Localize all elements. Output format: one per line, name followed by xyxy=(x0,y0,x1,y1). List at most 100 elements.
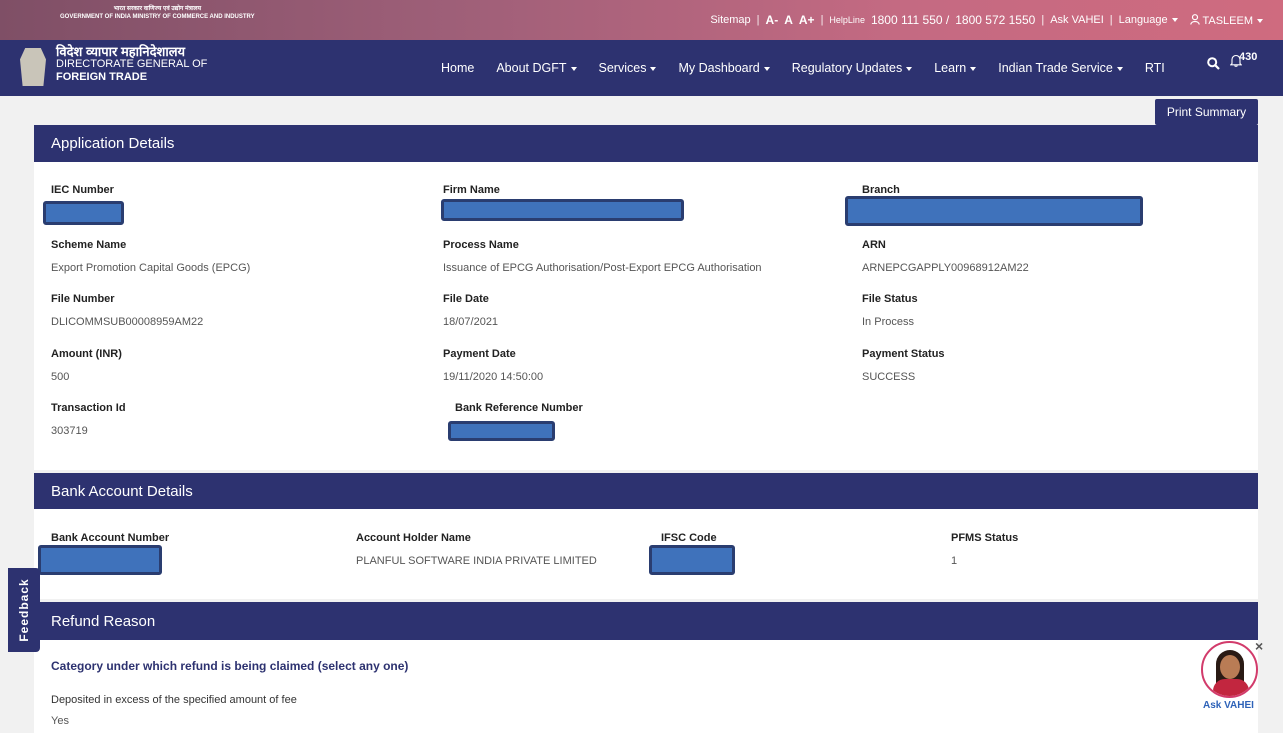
bank-account-card: Bank Account Details Bank Account Number… xyxy=(34,473,1258,599)
nav-services-label: Services xyxy=(598,61,647,75)
nav-about-label: About DGFT xyxy=(496,61,567,75)
firm-name-label: Firm Name xyxy=(443,184,500,196)
bank-account-title: Bank Account Details xyxy=(51,482,193,500)
nav-its-label: Indian Trade Service xyxy=(998,61,1113,75)
nav-services[interactable]: Services xyxy=(599,61,657,75)
file-date-label: File Date xyxy=(443,293,489,305)
payment-date-label: Payment Date xyxy=(443,348,516,360)
chatbot-avatar xyxy=(1201,641,1258,698)
national-emblem-logo xyxy=(20,48,46,86)
bank-account-number-label: Bank Account Number xyxy=(51,532,170,544)
separator: | xyxy=(820,14,824,26)
government-english: GOVERNMENT OF INDIA MINISTRY OF COMMERCE… xyxy=(60,14,255,20)
nav-icons: 430 xyxy=(1207,51,1257,72)
payment-status-label: Payment Status xyxy=(862,348,945,360)
arn-value: ARNEPCGAPPLY00968912AM22 xyxy=(862,262,1029,274)
font-normal-button[interactable]: A xyxy=(784,13,793,27)
chatbot-label: Ask VAHEI xyxy=(1203,700,1254,711)
application-details-card: Application Details IEC Number Firm Name… xyxy=(34,125,1258,470)
process-name-value: Issuance of EPCG Authorisation/Post-Expo… xyxy=(443,262,762,274)
nav-home[interactable]: Home xyxy=(441,61,474,75)
separator: | xyxy=(1041,14,1045,26)
user-menu[interactable]: TASLEEM xyxy=(1189,13,1263,27)
refund-category-heading: Category under which refund is being cla… xyxy=(51,659,409,673)
amount-label: Amount (INR) xyxy=(51,348,122,360)
main-navbar: विदेश व्यापार महानिदेशालय DIRECTORATE GE… xyxy=(0,40,1283,96)
font-decrease-button[interactable]: A- xyxy=(766,13,779,27)
dgft-brand[interactable]: विदेश व्यापार महानिदेशालय DIRECTORATE GE… xyxy=(56,45,207,84)
scheme-name-label: Scheme Name xyxy=(51,239,127,251)
ifsc-code-redacted xyxy=(649,545,735,575)
brand-line2: FOREIGN TRADE xyxy=(56,71,148,83)
ask-vahei-link[interactable]: Ask VAHEI xyxy=(1050,14,1104,26)
government-label: भारत सरकार वाणिज्य एवं उद्योग मंत्रालय G… xyxy=(60,5,255,21)
ask-vahei-chatbot[interactable]: Ask VAHEI × xyxy=(1198,638,1263,712)
nav-learn-label: Learn xyxy=(934,61,967,75)
nav-regulatory-updates[interactable]: Regulatory Updates xyxy=(791,61,913,75)
separator: | xyxy=(756,14,760,26)
feedback-tab[interactable]: Feedback xyxy=(8,568,40,652)
account-holder-value: PLANFUL SOFTWARE INDIA PRIVATE LIMITED xyxy=(356,555,597,567)
notifications[interactable]: 430 xyxy=(1229,51,1257,72)
chevron-down-icon xyxy=(1116,66,1123,71)
amount-value: 500 xyxy=(51,371,70,383)
avatar-face xyxy=(1220,655,1240,679)
avatar-body xyxy=(1213,679,1249,696)
transaction-id-label: Transaction Id xyxy=(51,402,126,414)
language-label: Language xyxy=(1118,14,1168,26)
refund-reason-value: Yes xyxy=(51,715,69,727)
pfms-status-label: PFMS Status xyxy=(951,532,1019,544)
bank-reference-value-redacted xyxy=(448,421,555,441)
government-hindi: भारत सरकार वाणिज्य एवं उद्योग मंत्रालय xyxy=(113,6,202,12)
font-increase-button[interactable]: A+ xyxy=(799,13,815,27)
brand-hindi: विदेश व्यापार महानिदेशालय xyxy=(56,44,186,59)
pfms-status-value: 1 xyxy=(951,555,958,567)
sitemap-link[interactable]: Sitemap xyxy=(710,14,750,26)
nav-learn[interactable]: Learn xyxy=(934,61,977,75)
nav-about[interactable]: About DGFT xyxy=(496,61,577,75)
account-holder-label: Account Holder Name xyxy=(356,532,471,544)
refund-reason-title: Refund Reason xyxy=(51,612,156,630)
nav-rti[interactable]: RTI xyxy=(1145,61,1165,75)
helpline-number-1[interactable]: 1800 111 550 / xyxy=(871,13,949,27)
chevron-down-icon xyxy=(763,66,770,71)
language-dropdown[interactable]: Language xyxy=(1119,14,1178,26)
chevron-down-icon xyxy=(1171,18,1178,23)
feedback-label: Feedback xyxy=(17,578,31,642)
file-number-value: DLICOMMSUB00008959AM22 xyxy=(51,316,204,328)
nav-indian-trade-service[interactable]: Indian Trade Service xyxy=(998,61,1123,75)
chevron-down-icon xyxy=(570,66,577,71)
utility-links: Sitemap | A- A A+ | HelpLine 1800 111 55… xyxy=(710,13,1263,27)
branch-value-redacted xyxy=(845,196,1143,226)
refund-reason-card: Refund Reason Category under which refun… xyxy=(34,602,1258,733)
user-icon xyxy=(1189,13,1200,25)
helpline-label: HelpLine xyxy=(829,15,865,25)
print-summary-button[interactable]: Print Summary xyxy=(1155,99,1258,125)
chevron-down-icon xyxy=(1257,18,1263,23)
bank-account-number-redacted xyxy=(38,545,162,575)
application-details-header: Application Details xyxy=(34,125,1258,162)
file-status-label: File Status xyxy=(862,293,918,305)
user-name: TASLEEM xyxy=(1202,14,1253,27)
notification-count: 430 xyxy=(1239,51,1258,63)
chevron-down-icon xyxy=(906,66,913,71)
nav-dashboard[interactable]: My Dashboard xyxy=(678,61,770,75)
bank-reference-label: Bank Reference Number xyxy=(455,402,583,414)
helpline-number-2[interactable]: 1800 572 1550 xyxy=(955,13,1035,27)
file-date-value: 18/07/2021 xyxy=(443,316,499,328)
process-name-label: Process Name xyxy=(443,239,519,251)
refund-reason-header: Refund Reason xyxy=(34,602,1258,640)
arn-label: ARN xyxy=(862,239,886,251)
file-status-value: In Process xyxy=(862,316,914,328)
nav-dashboard-label: My Dashboard xyxy=(678,61,760,75)
payment-date-value: 19/11/2020 14:50:00 xyxy=(443,371,544,383)
search-icon[interactable] xyxy=(1207,56,1220,70)
iec-number-value-redacted xyxy=(43,201,124,225)
close-icon[interactable]: × xyxy=(1255,638,1263,654)
brand-line1: DIRECTORATE GENERAL OF xyxy=(56,58,208,70)
scheme-name-value: Export Promotion Capital Goods (EPCG) xyxy=(51,262,251,274)
chevron-down-icon xyxy=(970,66,977,71)
nav-regulatory-label: Regulatory Updates xyxy=(791,61,903,75)
payment-status-value: SUCCESS xyxy=(862,371,916,383)
file-number-label: File Number xyxy=(51,293,115,305)
